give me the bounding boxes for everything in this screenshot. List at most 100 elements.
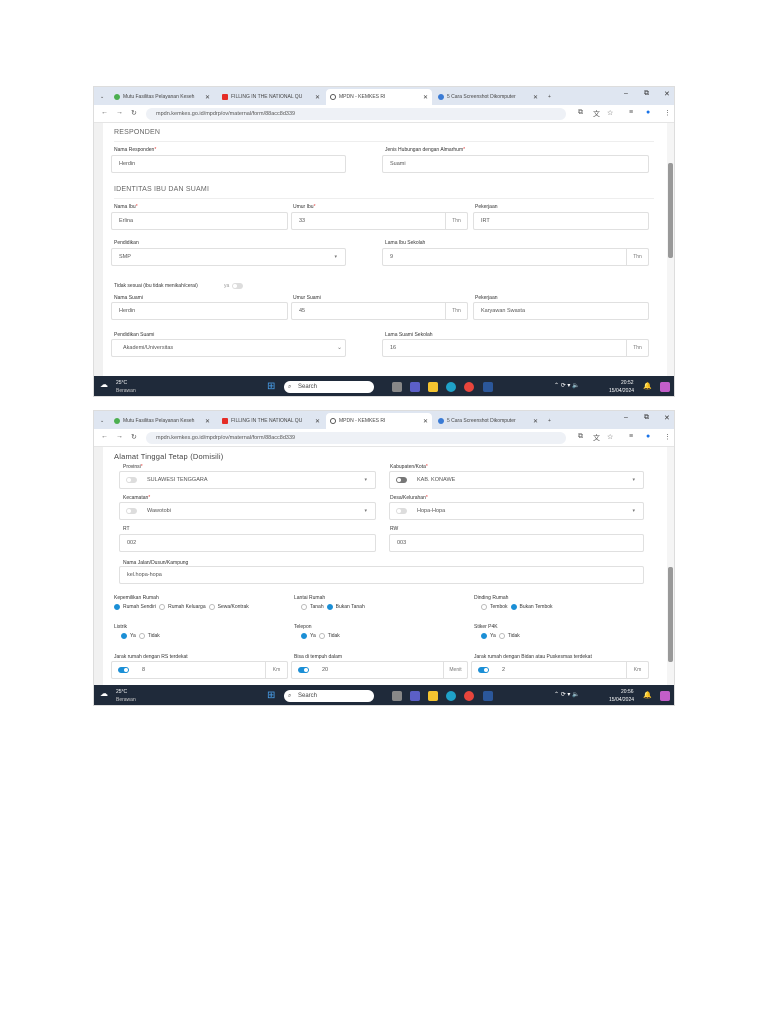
jarak-rs-input[interactable]: 8 Km (111, 661, 288, 679)
pendidikan-select[interactable]: SMP ▾ (111, 248, 346, 266)
provinsi-select[interactable]: SULAWESI TENGGARA ▾ (119, 471, 376, 489)
close-icon[interactable]: ✕ (423, 418, 428, 425)
forward-icon[interactable]: → (116, 433, 123, 440)
radio-sewa-kontrak[interactable] (208, 604, 215, 610)
close-window-button[interactable]: ✕ (664, 414, 670, 422)
tab-youtube[interactable]: FILLING IN THE NATIONAL QU ✕ (218, 89, 324, 105)
edge-icon[interactable] (446, 691, 456, 701)
close-icon[interactable]: ✕ (533, 418, 538, 425)
reload-icon[interactable]: ↻ (131, 433, 137, 441)
forward-icon[interactable]: → (116, 109, 123, 116)
radio-listrik-ya[interactable] (121, 633, 127, 639)
system-tray-icons[interactable]: ⌃ ⟳ ▾ 🔈 (554, 382, 580, 389)
file-explorer-icon[interactable] (428, 691, 438, 701)
lama-ibu-input[interactable]: 9 Thn (382, 248, 649, 266)
tab-mpdn[interactable]: MPDN - KEMKES RI ✕ (326, 89, 432, 105)
teams-icon[interactable] (410, 382, 420, 392)
translate-icon[interactable]: 文 (593, 433, 600, 443)
extensions-icon[interactable]: ≡ (629, 433, 633, 440)
tempuh-input[interactable]: 20 Menit (291, 661, 468, 679)
radio-listrik-tidak[interactable] (138, 633, 145, 639)
scrollbar-thumb[interactable] (668, 163, 673, 258)
word-icon[interactable] (483, 382, 493, 392)
nama-ibu-input[interactable]: Erlina (111, 212, 288, 230)
tab-mutu[interactable]: Mutu Fasilitas Pelayanan Keseh ✕ (110, 413, 214, 429)
close-icon[interactable]: ✕ (205, 94, 210, 101)
tab-list-button[interactable]: ⌄ (96, 89, 108, 105)
jarak-bidan-input[interactable]: 2 Km (471, 661, 649, 679)
jalan-input[interactable]: kel.hopa-hopa (119, 566, 644, 584)
radio-bukan-tanah[interactable] (326, 604, 333, 610)
reload-icon[interactable]: ↻ (131, 109, 137, 117)
kabupaten-select[interactable]: KAB. KONAWE ▾ (389, 471, 644, 489)
translate-icon[interactable]: 文 (593, 109, 600, 119)
tab-screenshot[interactable]: 5 Cara Screenshot Dikomputer ✕ (434, 413, 542, 429)
url-input[interactable]: mpdn.kemkes.go.id/mpdrp/ov/maternal/form… (146, 108, 566, 120)
desa-select[interactable]: Hopa-Hopa ▾ (389, 502, 644, 520)
nama-suami-input[interactable]: Herdin (111, 302, 288, 320)
radio-stiker-tidak[interactable] (498, 633, 505, 639)
rw-input[interactable]: 003 (389, 534, 644, 552)
jarak-rs-toggle[interactable] (118, 667, 129, 673)
minimize-button[interactable]: – (624, 414, 628, 421)
menu-icon[interactable]: ⋮ (664, 433, 671, 441)
install-icon[interactable]: ⧉ (578, 109, 583, 117)
close-icon[interactable]: ✕ (315, 94, 320, 101)
tempuh-toggle[interactable] (298, 667, 309, 673)
umur-ibu-input[interactable]: 33 Thn (291, 212, 468, 230)
tidak-sesuai-toggle[interactable] (232, 283, 243, 289)
restore-button[interactable]: ⧉ (644, 414, 649, 422)
back-icon[interactable]: ← (101, 433, 108, 440)
new-tab-button[interactable]: + (544, 89, 555, 105)
word-icon[interactable] (483, 691, 493, 701)
scrollbar[interactable] (667, 123, 674, 376)
radio-tanah[interactable] (301, 604, 307, 610)
pekerjaan-suami-input[interactable]: Karyawan Swasta (473, 302, 649, 320)
close-icon[interactable]: ✕ (205, 418, 210, 425)
back-icon[interactable]: ← (101, 109, 108, 116)
scrollbar[interactable] (667, 447, 674, 685)
lama-suami-input[interactable]: 16 Thn (382, 339, 649, 357)
tab-mpdn[interactable]: MPDN - KEMKES RI ✕ (326, 413, 432, 429)
radio-rumah-keluarga[interactable] (159, 604, 166, 610)
radio-telepon-tidak[interactable] (318, 633, 325, 639)
system-tray-icons[interactable]: ⌃ ⟳ ▾ 🔈 (554, 691, 580, 698)
tab-screenshot[interactable]: 5 Cara Screenshot Dikomputer ✕ (434, 89, 542, 105)
windows-start-icon[interactable]: ⊞ (267, 381, 275, 392)
scrollbar-thumb[interactable] (668, 567, 673, 662)
url-input[interactable]: mpdn.kemkes.go.id/mpdrp/ov/maternal/form… (146, 432, 566, 444)
task-view-icon[interactable] (392, 691, 402, 701)
copilot-icon[interactable] (660, 382, 670, 392)
star-icon[interactable]: ☆ (607, 109, 613, 117)
notification-icon[interactable]: 🔔 (643, 691, 652, 699)
jarak-bidan-toggle[interactable] (478, 667, 489, 673)
desa-toggle[interactable] (396, 508, 407, 514)
taskbar-search[interactable]: ⌕ Search (284, 690, 374, 702)
tab-youtube[interactable]: FILLING IN THE NATIONAL QU ✕ (218, 413, 324, 429)
pekerjaan-ibu-input[interactable]: IRT (473, 212, 649, 230)
close-icon[interactable]: ✕ (533, 94, 538, 101)
radio-tembok[interactable] (481, 604, 487, 610)
hubungan-input[interactable]: Suami (382, 155, 649, 173)
close-icon[interactable]: ✕ (423, 94, 428, 101)
kabupaten-toggle[interactable] (396, 477, 407, 483)
tab-mutu[interactable]: Mutu Fasilitas Pelayanan Keseh ✕ (110, 89, 214, 105)
minimize-button[interactable]: – (624, 90, 628, 97)
chrome-icon[interactable] (464, 382, 474, 392)
close-window-button[interactable]: ✕ (664, 90, 670, 98)
nama-responden-input[interactable]: Herdin (111, 155, 346, 173)
pendidikan-suami-select[interactable]: Akademi/Universitas ⌄ (111, 339, 346, 357)
chrome-icon[interactable] (464, 691, 474, 701)
radio-rumah-sendiri[interactable] (114, 604, 120, 610)
kecamatan-toggle[interactable] (126, 508, 137, 514)
task-view-icon[interactable] (392, 382, 402, 392)
star-icon[interactable]: ☆ (607, 433, 613, 441)
tab-list-button[interactable]: ⌄ (96, 413, 108, 429)
taskbar-search[interactable]: ⌕ Search (284, 381, 374, 393)
radio-stiker-ya[interactable] (481, 633, 487, 639)
copilot-icon[interactable] (660, 691, 670, 701)
profile-icon[interactable]: ● (646, 109, 650, 116)
new-tab-button[interactable]: + (544, 413, 555, 429)
notification-icon[interactable]: 🔔 (643, 382, 652, 390)
close-icon[interactable]: ✕ (315, 418, 320, 425)
